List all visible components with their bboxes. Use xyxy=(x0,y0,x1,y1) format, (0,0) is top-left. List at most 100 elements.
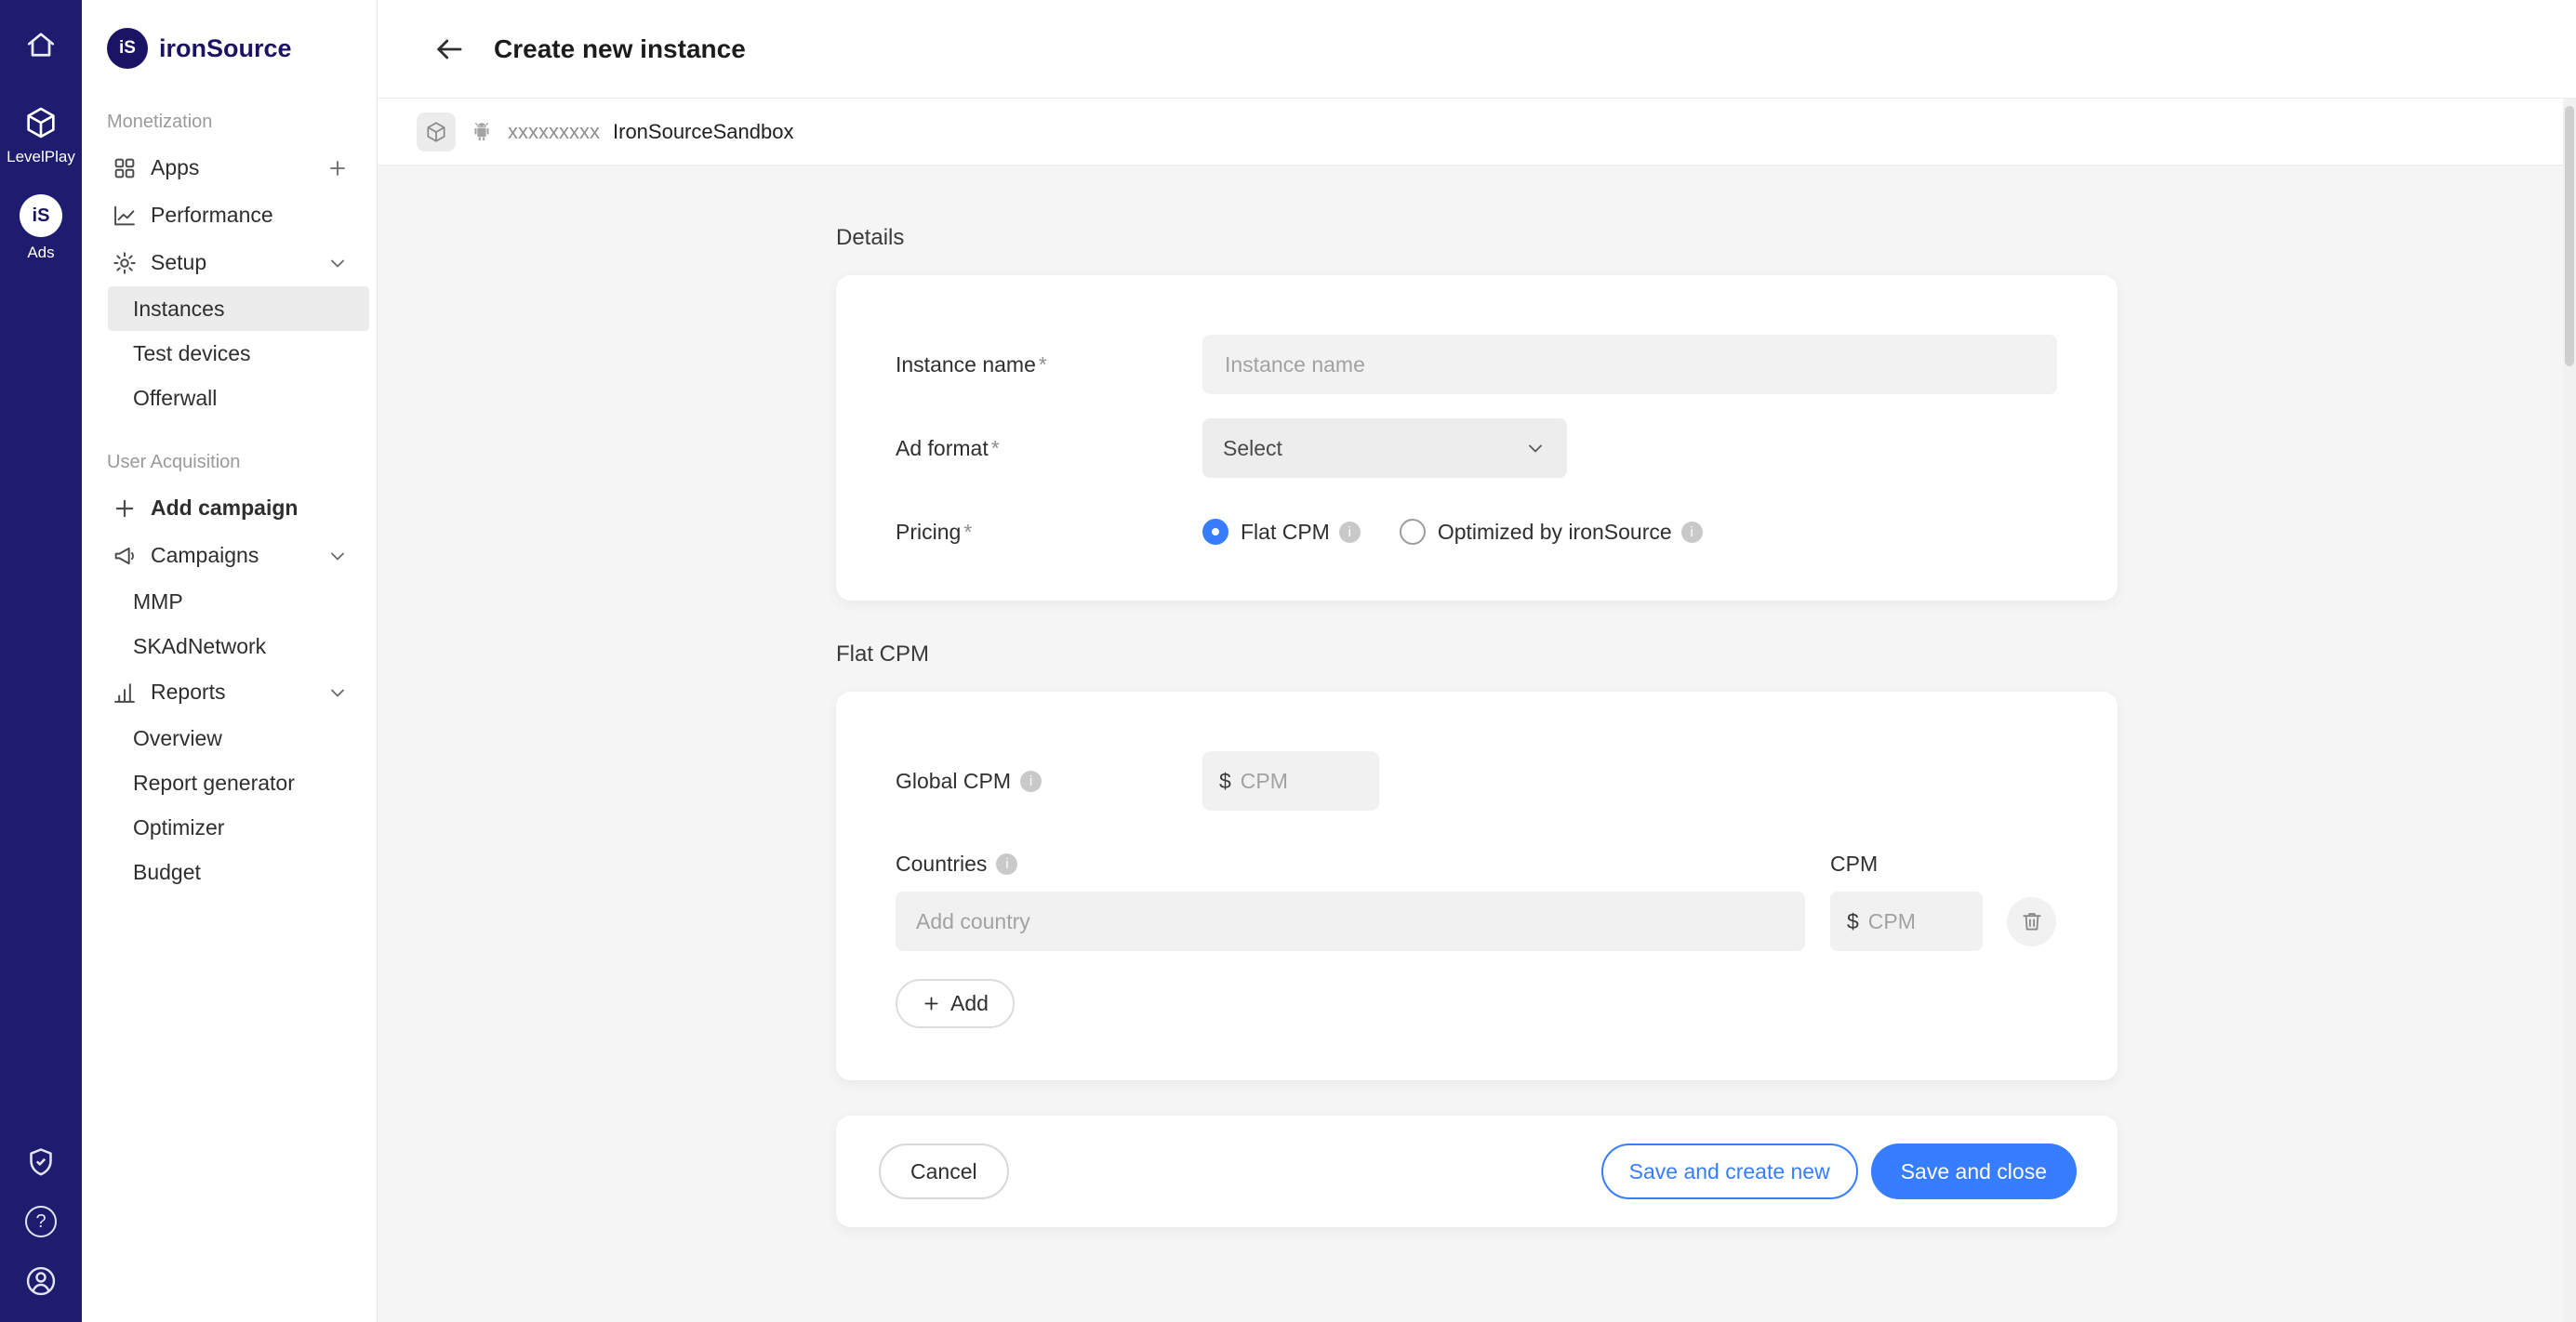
sidebar-subitem-label: MMP xyxy=(133,589,183,615)
sidebar-item-label: Setup xyxy=(151,250,206,275)
chevron-down-icon xyxy=(326,545,349,567)
section-user-acquisition: User Acquisition xyxy=(107,452,377,473)
country-cpm-field[interactable]: $ xyxy=(1830,892,1983,951)
pricing-option-optimized[interactable]: Optimized by ironSource xyxy=(1400,519,1703,545)
radio-unselected-icon[interactable] xyxy=(1400,519,1426,545)
page-header: Create new instance xyxy=(378,0,2576,99)
ad-format-select[interactable]: Select xyxy=(1202,418,1567,478)
pricing-option-flat-cpm[interactable]: Flat CPM xyxy=(1202,519,1361,545)
sidebar-item-apps[interactable]: Apps xyxy=(82,144,377,192)
page-title: Create new instance xyxy=(494,34,746,64)
add-button-label: Add xyxy=(950,991,989,1016)
help-icon xyxy=(25,1206,57,1237)
home-icon xyxy=(24,28,58,61)
back-button[interactable] xyxy=(432,33,466,66)
required-mark: * xyxy=(963,520,972,545)
label-text: Ad format xyxy=(896,436,989,461)
pricing-row: Pricing * Flat CPM Optimized by ironSour… xyxy=(896,502,2058,562)
brand-logo[interactable]: iS ironSource xyxy=(82,28,377,69)
add-country-row-button[interactable]: Add xyxy=(896,979,1015,1028)
instance-name-label: Instance name * xyxy=(896,352,1202,377)
user-icon xyxy=(24,1264,58,1298)
levelplay-cube-icon xyxy=(22,104,60,141)
sidebar-item-campaigns[interactable]: Campaigns xyxy=(82,532,377,579)
sidebar-item-report-generator[interactable]: Report generator xyxy=(108,760,369,805)
details-section-title: Details xyxy=(836,225,2118,251)
bar-chart-icon xyxy=(112,680,138,706)
arrow-left-icon xyxy=(432,33,466,66)
cancel-button[interactable]: Cancel xyxy=(879,1144,1009,1199)
sidebar-item-add-campaign[interactable]: Add campaign xyxy=(82,484,377,532)
radio-label: Optimized by ironSource xyxy=(1438,520,1672,545)
scrollbar-track[interactable] xyxy=(2563,99,2576,1322)
info-icon[interactable] xyxy=(1681,522,1703,543)
app-selector[interactable]: xxxxxxxxx IronSourceSandbox xyxy=(378,99,2576,165)
levelplay-nav[interactable]: LevelPlay xyxy=(7,104,75,166)
help-button[interactable] xyxy=(24,1205,58,1238)
info-icon[interactable] xyxy=(996,853,1017,875)
info-icon[interactable] xyxy=(1339,522,1361,543)
app-id: xxxxxxxxx xyxy=(508,120,600,144)
ads-nav[interactable]: iS Ads xyxy=(20,194,62,262)
countries-header: Countries CPM xyxy=(896,852,2058,877)
app-name: IronSourceSandbox xyxy=(613,120,793,144)
chevron-down-icon xyxy=(326,252,349,274)
app-root: LevelPlay iS Ads xyxy=(0,0,2576,1322)
instance-name-input[interactable] xyxy=(1202,335,2057,394)
info-icon[interactable] xyxy=(1020,771,1042,792)
sidebar-item-mmp[interactable]: MMP xyxy=(108,579,369,624)
scrollbar-thumb[interactable] xyxy=(2565,106,2574,366)
details-card: Instance name * Ad format * Select xyxy=(836,275,2118,601)
instance-name-row: Instance name * xyxy=(896,335,2058,394)
sidebar-item-reports[interactable]: Reports xyxy=(82,668,377,716)
chevron-down-icon xyxy=(326,681,349,704)
global-cpm-input[interactable] xyxy=(1241,769,1362,794)
sidebar-subitem-label: Instances xyxy=(133,297,224,322)
country-cpm-input[interactable] xyxy=(1868,909,1966,934)
home-button[interactable] xyxy=(24,28,58,61)
radio-label: Flat CPM xyxy=(1241,520,1330,545)
sidebar-item-budget[interactable]: Budget xyxy=(108,850,369,894)
sidebar-item-overview[interactable]: Overview xyxy=(108,716,369,760)
shield-icon xyxy=(24,1145,58,1179)
sidebar-item-setup[interactable]: Setup xyxy=(82,239,377,286)
sidebar-item-test-devices[interactable]: Test devices xyxy=(108,331,369,376)
action-bar: Cancel Save and create new Save and clos… xyxy=(836,1116,2118,1227)
sidebar-subitem-label: Optimizer xyxy=(133,815,224,840)
label-text: Pricing xyxy=(896,520,961,545)
sidebar-item-optimizer[interactable]: Optimizer xyxy=(108,805,369,850)
country-cpm-row: $ xyxy=(896,892,2058,951)
app-cube-badge xyxy=(417,112,456,152)
radio-selected-icon[interactable] xyxy=(1202,519,1228,545)
sidebar-subitem-label: Test devices xyxy=(133,341,251,366)
account-button[interactable] xyxy=(24,1264,58,1298)
sidebar-item-label: Add campaign xyxy=(151,496,298,521)
label-text: Instance name xyxy=(896,352,1036,377)
section-monetization: Monetization xyxy=(107,112,377,133)
plus-icon xyxy=(326,157,349,179)
sidebar-item-performance[interactable]: Performance xyxy=(82,192,377,239)
sidebar-item-instances[interactable]: Instances xyxy=(108,286,369,331)
sidebar-item-skadnetwork[interactable]: SKAdNetwork xyxy=(108,624,369,668)
rail-bottom xyxy=(24,1145,58,1322)
delete-row-button[interactable] xyxy=(2007,897,2056,946)
global-cpm-field[interactable]: $ xyxy=(1202,751,1379,811)
sidebar-item-label: Campaigns xyxy=(151,543,259,568)
add-country-input[interactable] xyxy=(896,892,1805,951)
select-value: Select xyxy=(1223,436,1282,461)
sidebar-subitem-label: Budget xyxy=(133,860,201,885)
save-and-close-button[interactable]: Save and close xyxy=(1871,1144,2077,1199)
sidebar-item-label: Apps xyxy=(151,155,199,180)
flat-cpm-section-title: Flat CPM xyxy=(836,641,2118,668)
chevron-down-icon xyxy=(1524,437,1547,459)
save-and-create-new-button[interactable]: Save and create new xyxy=(1601,1144,1858,1199)
sidebar-item-label: Reports xyxy=(151,680,226,705)
ironsource-logo-icon: iS xyxy=(107,28,148,69)
add-app-button[interactable] xyxy=(326,157,349,179)
privacy-shield-button[interactable] xyxy=(24,1145,58,1179)
global-cpm-label: Global CPM xyxy=(896,769,1202,794)
required-mark: * xyxy=(1039,352,1047,377)
required-mark: * xyxy=(991,436,1000,461)
sidebar-subitem-label: Overview xyxy=(133,726,222,751)
sidebar-item-offerwall[interactable]: Offerwall xyxy=(108,376,369,420)
